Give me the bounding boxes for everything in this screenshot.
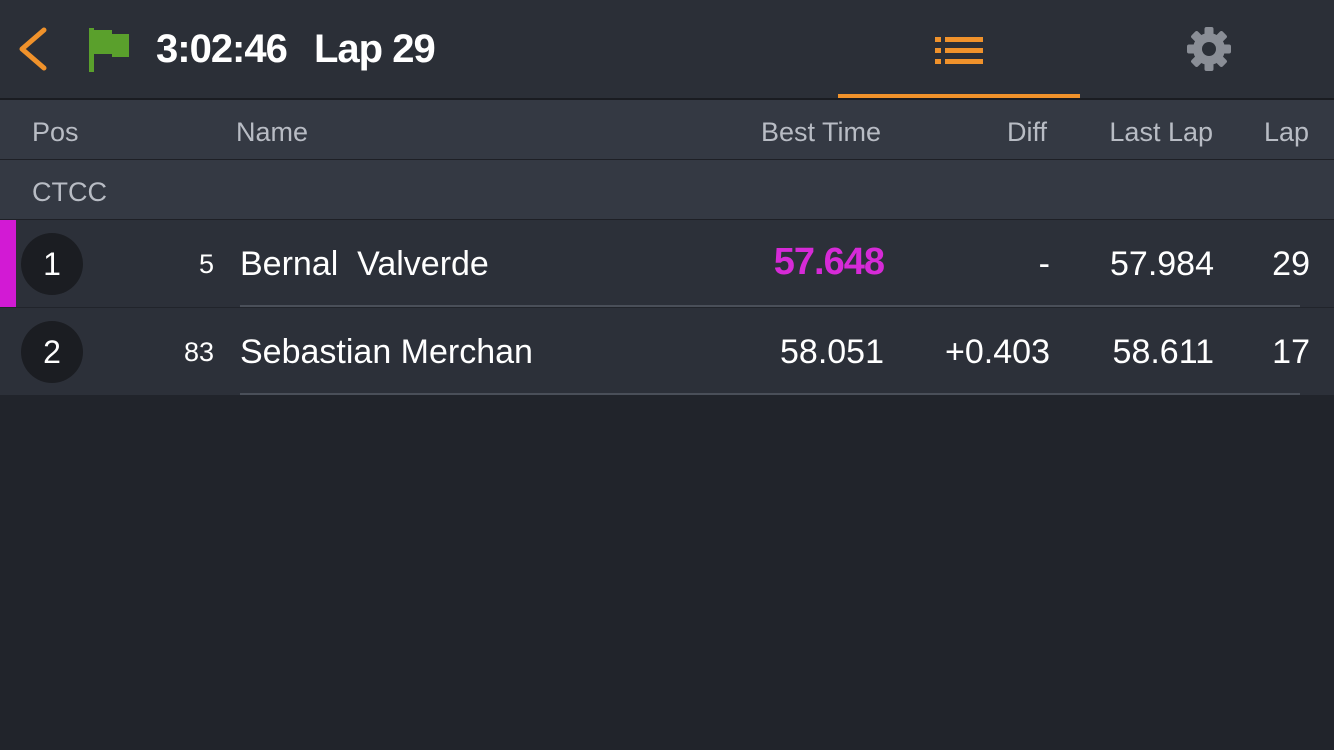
table-row[interactable]: 2 83 Sebastian Merchan 58.051 +0.403 58.…: [0, 308, 1334, 395]
top-bar: 3:02:46 Lap 29: [0, 0, 1334, 100]
car-number: 5: [198, 249, 214, 279]
gap-diff: +0.403: [945, 333, 1050, 371]
best-time: 57.648: [773, 241, 885, 283]
list-icon: [935, 37, 983, 64]
column-header-row: Pos Name Best Time Diff Last Lap Lap: [0, 100, 1334, 160]
row-divider: [240, 393, 1300, 395]
column-header-lap[interactable]: Lap: [1264, 116, 1309, 148]
driver-name: Sebastian Merchan: [240, 333, 533, 371]
gap-diff: -: [1038, 245, 1050, 283]
last-lap-time: 58.611: [1112, 333, 1214, 371]
column-header-name[interactable]: Name: [236, 116, 308, 148]
fastest-lap-marker: [0, 220, 16, 307]
position-badge: 2: [21, 321, 83, 383]
lap-count: 17: [1272, 333, 1310, 371]
tab-list[interactable]: [838, 0, 1080, 98]
green-flag-icon: [86, 24, 132, 74]
active-tab-indicator: [838, 94, 1080, 98]
last-lap-time: 57.984: [1110, 245, 1214, 283]
gear-icon: [1187, 27, 1231, 71]
position-badge: 1: [21, 233, 83, 295]
column-header-diff[interactable]: Diff: [1007, 116, 1047, 148]
class-group-label: CTCC: [32, 177, 107, 207]
table-row[interactable]: 1 5 Bernal Valverde 57.648 - 57.984 29: [0, 220, 1334, 307]
car-number: 83: [183, 337, 214, 367]
column-header-best-time[interactable]: Best Time: [761, 116, 881, 148]
session-clock: 3:02:46: [156, 27, 288, 71]
driver-name: Bernal Valverde: [240, 245, 489, 283]
column-header-last-lap[interactable]: Last Lap: [1109, 116, 1213, 148]
column-header-pos[interactable]: Pos: [32, 116, 79, 148]
class-group-header: CTCC: [0, 160, 1334, 220]
tab-settings[interactable]: [1080, 0, 1334, 98]
best-time: 58.051: [780, 333, 884, 371]
lap-counter: Lap 29: [314, 27, 436, 71]
row-divider: [240, 305, 1300, 307]
chevron-left-icon[interactable]: [14, 24, 58, 74]
lap-count: 29: [1272, 245, 1310, 283]
